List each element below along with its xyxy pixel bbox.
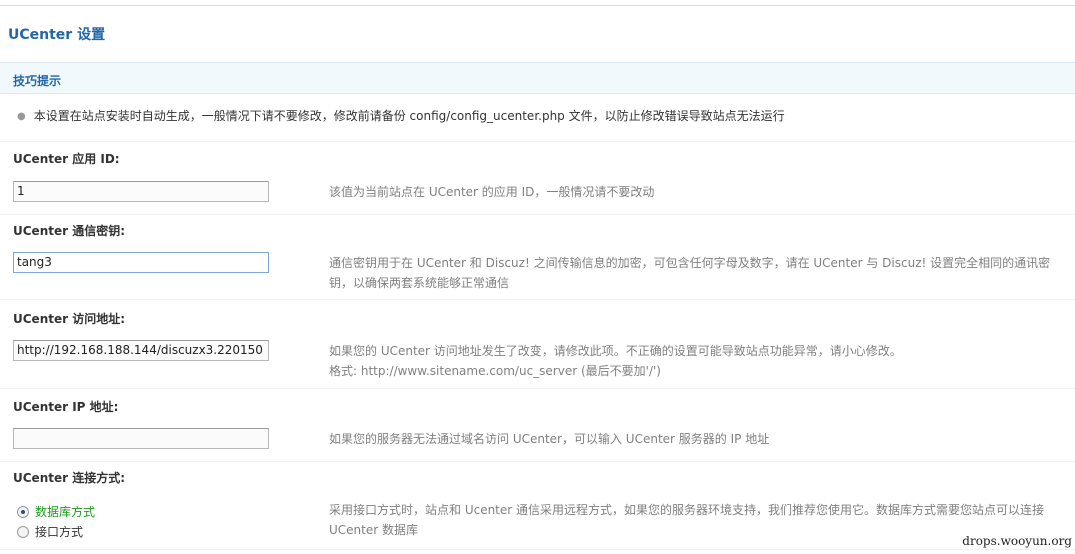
url-help: 如果您的 UCenter 访问地址发生了改变，请修改此项。不正确的设置可能导致站…: [329, 341, 1059, 381]
divider: [0, 141, 1075, 142]
divider: [0, 299, 1075, 300]
connect-label: UCenter 连接方式:: [13, 471, 126, 485]
page-title: UCenter 设置: [8, 27, 106, 43]
radio-checked-icon[interactable]: [17, 506, 29, 518]
url-help-line1: 如果您的 UCenter 访问地址发生了改变，请修改此项。不正确的设置可能导致站…: [329, 344, 902, 358]
top-border: [0, 0, 1075, 6]
radio-db[interactable]: 数据库方式: [17, 503, 95, 520]
divider: [0, 214, 1075, 215]
divider: [0, 461, 1075, 462]
tips-title: 技巧提示: [13, 74, 62, 88]
ip-input[interactable]: [13, 428, 269, 449]
connect-help: 采用接口方式时，站点和 Ucenter 通信采用远程方式，如果您的服务器环境支持…: [329, 503, 1045, 537]
url-label: UCenter 访问地址:: [13, 312, 126, 326]
url-input[interactable]: http://192.168.188.144/discuzx3.220150: [13, 340, 269, 361]
divider: [0, 388, 1075, 389]
radio-db-label: 数据库方式: [35, 505, 96, 519]
app-id-input[interactable]: 1: [13, 181, 269, 202]
bullet-icon: ●: [17, 111, 26, 122]
ip-help: 如果您的服务器无法通过域名访问 UCenter，可以输入 UCenter 服务器…: [329, 432, 770, 446]
key-input[interactable]: tang3: [13, 252, 269, 273]
app-id-help: 该值为当前站点在 UCenter 的应用 ID，一般情况请不要改动: [329, 185, 655, 199]
watermark: drops.wooyun.org: [962, 534, 1072, 548]
radio-api-label: 接口方式: [35, 525, 84, 539]
radio-unchecked-icon[interactable]: [17, 526, 29, 538]
radio-api[interactable]: 接口方式: [17, 523, 83, 540]
app-id-label: UCenter 应用 ID:: [13, 152, 120, 166]
key-label: UCenter 通信密钥:: [13, 224, 126, 238]
url-help-line2: 格式: http://www.sitename.com/uc_server (最…: [329, 364, 661, 378]
divider: [0, 549, 1075, 550]
tips-header: 技巧提示: [0, 62, 1075, 94]
tips-text-row: ● 本设置在站点安装时自动生成，一般情况下请不要修改，修改前请备份 config/…: [17, 107, 785, 124]
ip-label: UCenter IP 地址:: [13, 400, 119, 414]
tips-text: 本设置在站点安装时自动生成，一般情况下请不要修改，修改前请备份 config/c…: [33, 109, 785, 123]
key-help: 通信密钥用于在 UCenter 和 Discuz! 之间传输信息的加密，可包含任…: [329, 256, 1051, 290]
